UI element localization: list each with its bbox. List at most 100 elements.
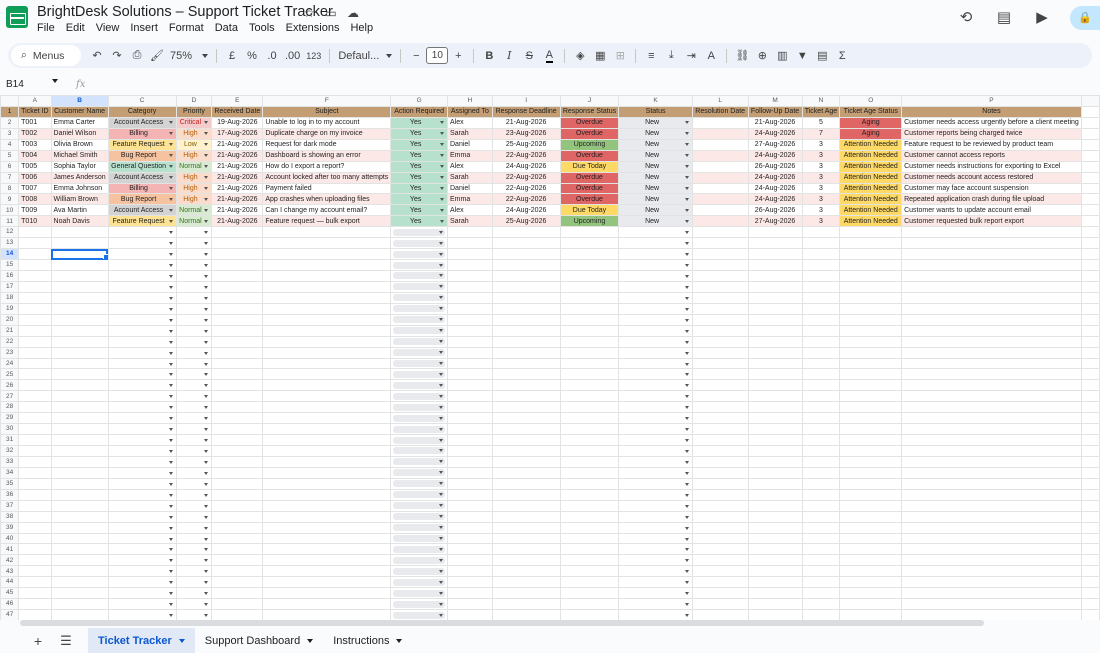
cell[interactable]: [50, 521, 109, 534]
cell[interactable]: [262, 477, 392, 490]
row-header[interactable]: 32: [0, 445, 20, 457]
cell[interactable]: [262, 302, 392, 315]
cell[interactable]: [491, 576, 561, 589]
cell[interactable]: [618, 346, 693, 359]
cell[interactable]: [50, 565, 109, 578]
cell[interactable]: [747, 379, 803, 392]
row-header[interactable]: 47: [0, 609, 20, 620]
cell[interactable]: [211, 434, 264, 446]
cell[interactable]: [262, 280, 392, 293]
cell[interactable]: [801, 455, 841, 468]
cell[interactable]: [901, 390, 1082, 403]
ticket-age-status-cell[interactable]: Attention Needed: [839, 138, 903, 151]
cell[interactable]: [559, 379, 620, 392]
cell[interactable]: [839, 477, 903, 490]
share-lock-button[interactable]: 🔒: [1070, 6, 1100, 30]
cell[interactable]: [175, 302, 213, 315]
customer-name-cell[interactable]: Daniel Wilson: [50, 127, 109, 140]
resolution-date-cell[interactable]: [691, 127, 749, 140]
cell[interactable]: [262, 587, 392, 600]
cell[interactable]: [618, 357, 693, 370]
cell[interactable]: [447, 248, 493, 261]
cell[interactable]: [175, 412, 213, 425]
cell[interactable]: [1080, 149, 1100, 162]
received-date-cell[interactable]: 21-Aug-2026: [211, 138, 264, 151]
cell[interactable]: [691, 259, 749, 271]
cell[interactable]: [839, 368, 903, 381]
response-deadline-cell[interactable]: 21-Aug-2026: [491, 116, 561, 129]
cell[interactable]: [491, 379, 561, 392]
row-header[interactable]: 18: [0, 291, 20, 304]
insert-chart-icon[interactable]: ▥: [772, 46, 792, 66]
cell[interactable]: [175, 521, 213, 534]
cell[interactable]: [107, 532, 177, 545]
cell[interactable]: [801, 488, 841, 501]
notes-cell[interactable]: Customer needs instructions for exportin…: [901, 160, 1082, 173]
insert-comment-icon[interactable]: ⊕: [752, 46, 772, 66]
cell[interactable]: [390, 543, 448, 556]
cell[interactable]: [50, 598, 109, 611]
cell[interactable]: [901, 248, 1082, 261]
assigned-to-cell[interactable]: Daniel: [447, 182, 493, 195]
response-deadline-cell[interactable]: 22-Aug-2026: [491, 171, 561, 184]
response-deadline-cell[interactable]: 22-Aug-2026: [491, 182, 561, 195]
cell[interactable]: [618, 587, 693, 600]
response-status-cell[interactable]: Upcoming: [559, 138, 620, 151]
action-required-dropdown[interactable]: [393, 600, 445, 608]
add-sheet-icon[interactable]: +: [26, 633, 50, 649]
row-header[interactable]: 45: [0, 587, 20, 600]
all-sheets-menu-icon[interactable]: ☰: [54, 633, 78, 649]
action-required-dropdown[interactable]: [393, 228, 445, 236]
cell[interactable]: [901, 532, 1082, 545]
cell[interactable]: [18, 598, 52, 611]
cell[interactable]: [839, 379, 903, 392]
cell[interactable]: [447, 543, 493, 556]
cell[interactable]: [1080, 499, 1100, 512]
cell[interactable]: [747, 302, 803, 315]
number-format-button[interactable]: 123: [303, 46, 324, 66]
cell[interactable]: [491, 302, 561, 315]
cell[interactable]: [50, 455, 109, 468]
cell[interactable]: [901, 455, 1082, 468]
row-header[interactable]: 38: [0, 510, 20, 523]
cell[interactable]: [211, 248, 264, 261]
cell[interactable]: [1080, 466, 1100, 479]
cell[interactable]: [262, 237, 392, 250]
status-dropdown[interactable]: New: [618, 149, 693, 162]
cell[interactable]: [491, 259, 561, 271]
cell[interactable]: [901, 499, 1082, 512]
cell[interactable]: [175, 455, 213, 468]
cell[interactable]: [691, 390, 749, 403]
cell[interactable]: [618, 543, 693, 556]
action-required-dropdown[interactable]: [393, 534, 445, 542]
cell[interactable]: [211, 543, 264, 556]
cell[interactable]: [107, 237, 177, 250]
customer-name-cell[interactable]: Olivia Brown: [50, 138, 109, 151]
cell[interactable]: [559, 445, 620, 457]
cell[interactable]: [107, 357, 177, 370]
cell[interactable]: [618, 401, 693, 414]
cell[interactable]: [107, 270, 177, 282]
status-dropdown[interactable]: New: [618, 116, 693, 129]
cell[interactable]: [559, 390, 620, 403]
cell[interactable]: [801, 510, 841, 523]
received-date-cell[interactable]: 21-Aug-2026: [211, 160, 264, 173]
cell[interactable]: [1080, 127, 1100, 140]
column-title[interactable]: Action Required: [390, 105, 448, 118]
cell[interactable]: [901, 237, 1082, 250]
cell[interactable]: [262, 554, 392, 567]
cell[interactable]: [801, 434, 841, 446]
received-date-cell[interactable]: 21-Aug-2026: [211, 182, 264, 195]
redo-icon[interactable]: ↷: [107, 46, 127, 66]
cell[interactable]: [18, 368, 52, 381]
cell[interactable]: [901, 434, 1082, 446]
cell[interactable]: [262, 499, 392, 512]
column-header-h[interactable]: H: [447, 95, 493, 107]
cell[interactable]: [691, 226, 749, 239]
cell[interactable]: [1080, 270, 1100, 282]
subject-cell[interactable]: How do I export a report?: [262, 160, 392, 173]
cell[interactable]: [559, 466, 620, 479]
cell[interactable]: [618, 510, 693, 523]
cell[interactable]: [747, 357, 803, 370]
cell[interactable]: [1080, 576, 1100, 589]
